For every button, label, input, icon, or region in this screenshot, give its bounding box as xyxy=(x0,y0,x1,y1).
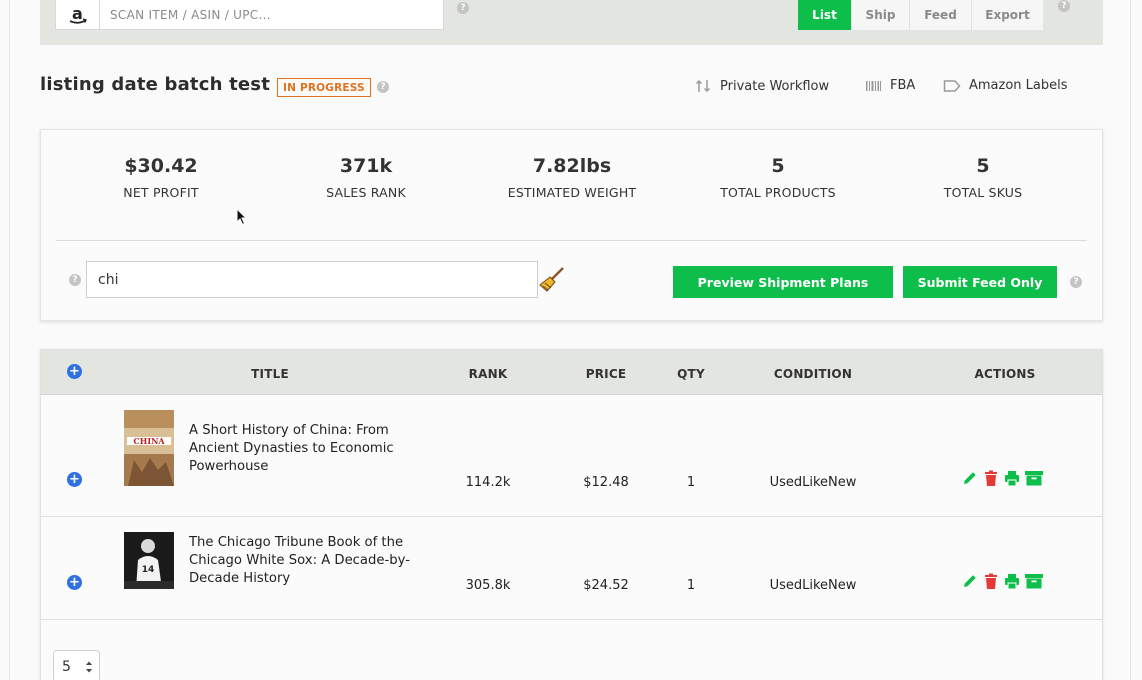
scan-input[interactable] xyxy=(100,0,443,29)
book-cover-image[interactable]: 14 xyxy=(124,532,174,589)
edit-pencil-icon[interactable] xyxy=(961,572,979,590)
table-row: + 14 The Chicago Tribune Book of the Chi… xyxy=(41,517,1102,620)
column-qty[interactable]: QTY xyxy=(661,367,721,381)
amazon-logo-icon: a xyxy=(56,0,100,29)
stat-total-skus: 5 TOTAL SKUS xyxy=(883,155,1083,200)
workflow-arrows-icon xyxy=(695,79,711,93)
delete-trash-icon[interactable] xyxy=(982,469,1000,487)
left-rail xyxy=(0,0,10,680)
row-add-button[interactable]: + xyxy=(67,575,82,590)
stat-value: $30.42 xyxy=(124,155,198,177)
scan-field: a xyxy=(55,0,444,30)
stat-label: ESTIMATED WEIGHT xyxy=(507,185,637,200)
condition-value[interactable]: UsedLikeNew xyxy=(753,578,873,593)
condition-value[interactable]: UsedLikeNew xyxy=(753,475,873,490)
select-arrows-icon xyxy=(86,661,92,673)
table-row: + CHINA A Short History of China: From A… xyxy=(41,395,1102,517)
rank-value: 114.2k xyxy=(465,475,511,490)
print-icon[interactable] xyxy=(1003,572,1021,590)
stat-sales-rank: 371k SALES RANK xyxy=(266,155,466,200)
book-cover-image[interactable]: CHINA xyxy=(124,410,174,486)
archive-box-icon[interactable] xyxy=(1024,572,1044,590)
tab-ship[interactable]: Ship xyxy=(851,0,909,30)
delete-trash-icon[interactable] xyxy=(982,572,1000,590)
title-help-icon[interactable]: ? xyxy=(377,81,389,93)
price-value[interactable]: $24.52 xyxy=(566,578,646,593)
preview-shipment-plans-button[interactable]: Preview Shipment Plans xyxy=(673,266,893,298)
qty-value[interactable]: 1 xyxy=(661,578,721,593)
row-add-button[interactable]: + xyxy=(67,472,82,487)
stat-estimated-weight: 7.82lbs ESTIMATED WEIGHT xyxy=(472,155,672,200)
svg-text:a: a xyxy=(72,4,83,23)
stat-label: TOTAL SKUS xyxy=(943,185,1023,200)
amazon-labels-link[interactable]: Amazon Labels xyxy=(943,78,1068,93)
submit-feed-only-button[interactable]: Submit Feed Only xyxy=(903,266,1057,298)
stat-total-products: 5 TOTAL PRODUCTS xyxy=(678,155,878,200)
tab-feed[interactable]: Feed xyxy=(909,0,971,30)
stat-value: 5 xyxy=(976,155,990,177)
column-title[interactable]: TITLE xyxy=(239,367,301,381)
column-condition[interactable]: CONDITION xyxy=(763,367,863,381)
add-all-button[interactable]: + xyxy=(67,364,82,379)
cover-text: 14 xyxy=(142,565,155,575)
tag-icon xyxy=(943,79,961,92)
row-actions xyxy=(961,469,1044,487)
archive-box-icon[interactable] xyxy=(1024,469,1044,487)
items-table: + TITLE RANK PRICE QTY CONDITION ACTIONS… xyxy=(40,349,1103,680)
column-actions: ACTIONS xyxy=(974,367,1036,381)
stat-label: NET PROFIT xyxy=(123,185,199,200)
stat-value: 371k xyxy=(339,155,393,177)
cover-text: CHINA xyxy=(133,436,165,446)
column-rank[interactable]: RANK xyxy=(457,367,519,381)
per-page-value: 5 xyxy=(62,658,71,675)
item-title-link[interactable]: The Chicago Tribune Book of the Chicago … xyxy=(189,534,424,588)
tabs-help-icon[interactable]: ? xyxy=(1058,0,1070,12)
amazon-labels-label: Amazon Labels xyxy=(969,78,1068,93)
submit-help-icon[interactable]: ? xyxy=(1070,276,1082,288)
stat-label: TOTAL PRODUCTS xyxy=(720,185,836,200)
barcode-icon xyxy=(866,80,881,91)
tab-export[interactable]: Export xyxy=(971,0,1043,30)
fba-link[interactable]: FBA xyxy=(865,78,915,93)
status-badge: IN PROGRESS xyxy=(277,78,371,97)
stat-label: SALES RANK xyxy=(326,185,406,200)
item-title-link[interactable]: A Short History of China: From Ancient D… xyxy=(189,422,424,476)
column-price[interactable]: PRICE xyxy=(575,367,637,381)
stat-net-profit: $30.42 NET PROFIT xyxy=(61,155,261,200)
scan-help-icon[interactable]: ? xyxy=(457,2,469,14)
page-title: listing date batch test xyxy=(40,74,271,95)
filter-input[interactable] xyxy=(86,261,538,298)
tab-list[interactable]: List xyxy=(798,0,851,30)
edit-pencil-icon[interactable] xyxy=(961,469,979,487)
view-tabs: List Ship Feed Export xyxy=(798,0,1043,30)
row-actions xyxy=(961,572,1044,590)
print-icon[interactable] xyxy=(1003,469,1021,487)
filter-help-icon[interactable]: ? xyxy=(69,274,81,286)
rank-value: 305.8k xyxy=(465,578,511,593)
private-workflow-link[interactable]: Private Workflow xyxy=(695,78,829,94)
stat-value: 5 xyxy=(771,155,785,177)
batch-summary-card: $30.42 NET PROFIT 371k SALES RANK 7.82lb… xyxy=(40,129,1103,321)
private-workflow-label: Private Workflow xyxy=(720,78,830,94)
right-scroll-rail[interactable] xyxy=(1130,0,1142,680)
table-header: + TITLE RANK PRICE QTY CONDITION ACTIONS xyxy=(41,350,1102,395)
mouse-cursor-icon xyxy=(236,208,248,226)
price-value[interactable]: $12.48 xyxy=(566,475,646,490)
clear-filter-broom-icon[interactable] xyxy=(537,266,565,298)
fba-label: FBA xyxy=(890,78,916,93)
per-page-select[interactable]: 5 xyxy=(53,650,100,680)
divider xyxy=(56,240,1087,241)
stat-value: 7.82lbs xyxy=(532,155,612,177)
qty-value[interactable]: 1 xyxy=(661,475,721,490)
